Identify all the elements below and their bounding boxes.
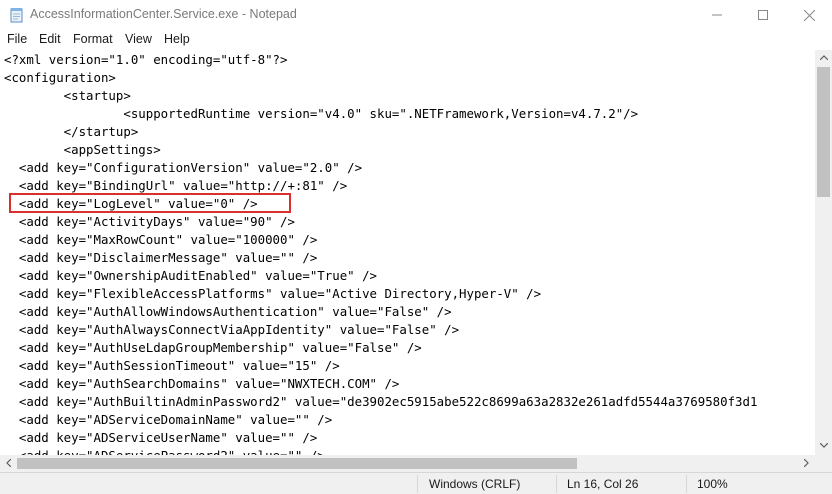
menu-bar: File Edit Format View Help [0,30,832,50]
maximize-icon [758,10,768,20]
menu-format[interactable]: Format [73,32,113,46]
scroll-up-button[interactable] [815,50,832,67]
horizontal-scroll-thumb[interactable] [17,458,577,469]
title-bar: AccessInformationCenter.Service.exe - No… [0,0,832,30]
vertical-scroll-thumb[interactable] [817,67,830,197]
menu-view[interactable]: View [125,32,152,46]
menu-file[interactable]: File [7,32,27,46]
editor-line: </startup> [4,124,139,139]
editor-line: <supportedRuntime version="v4.0" sku=".N… [4,106,639,121]
status-line-endings: Windows (CRLF) [429,477,521,491]
scroll-right-button[interactable] [798,455,815,472]
chevron-up-icon [815,55,832,60]
editor-line: <?xml version="1.0" encoding="utf-8"?> [4,52,288,67]
editor-line: <add key="ConfigurationVersion" value="2… [4,160,363,175]
editor-line: <add key="AuthUseLdapGroupMembership" va… [4,340,422,355]
status-bar: Windows (CRLF) Ln 16, Col 26 100% [0,472,832,494]
highlight-annotation-box [9,193,291,213]
editor-line: <add key="AuthSessionTimeout" value="15"… [4,358,340,373]
menu-help[interactable]: Help [164,32,190,46]
status-divider [417,475,418,493]
status-divider [686,475,687,493]
editor-line: <add key="AuthAlwaysConnectViaAppIdentit… [4,322,460,337]
status-cursor-position: Ln 16, Col 26 [567,477,639,491]
chevron-left-icon [0,459,17,467]
close-icon [803,9,815,21]
maximize-button[interactable] [740,0,786,30]
status-zoom: 100% [697,477,728,491]
horizontal-scrollbar[interactable] [0,455,815,472]
editor-line: <add key="ADServiceUserName" value="" /> [4,430,318,445]
editor-line: <configuration> [4,70,116,85]
editor-line: <startup> [4,88,131,103]
editor-line: <add key="FlexibleAccessPlatforms" value… [4,286,542,301]
editor-line: <appSettings> [4,142,161,157]
minimize-button[interactable] [694,0,740,30]
vertical-scrollbar[interactable] [815,50,832,455]
chevron-down-icon [815,443,832,448]
notepad-icon [9,7,25,23]
scrollbar-corner [815,455,832,472]
editor-line: <add key="ActivityDays" value="90" /> [4,214,295,229]
editor-line: <add key="ADServiceDomainName" value="" … [4,412,333,427]
editor-line: <add key="AuthBuiltinAdminPassword2" val… [4,394,758,409]
editor-line: <add key="DisclaimerMessage" value="" /> [4,250,318,265]
scroll-down-button[interactable] [815,438,832,455]
editor-line: <add key="MaxRowCount" value="100000" /> [4,232,318,247]
minimize-icon [712,10,722,20]
text-editor[interactable]: <?xml version="1.0" encoding="utf-8"?> <… [0,50,815,455]
chevron-right-icon [798,459,815,467]
editor-line: <add key="ADServicePassword2" value="" /… [4,447,325,455]
scroll-left-button[interactable] [0,455,17,472]
editor-line: <add key="AuthAllowWindowsAuthentication… [4,304,452,319]
menu-edit[interactable]: Edit [39,32,61,46]
editor-line: <add key="AuthSearchDomains" value="NWXT… [4,376,400,391]
status-divider [556,475,557,493]
window-title: AccessInformationCenter.Service.exe - No… [30,7,297,21]
close-button[interactable] [786,0,832,30]
editor-line: <add key="OwnershipAuditEnabled" value="… [4,268,377,283]
